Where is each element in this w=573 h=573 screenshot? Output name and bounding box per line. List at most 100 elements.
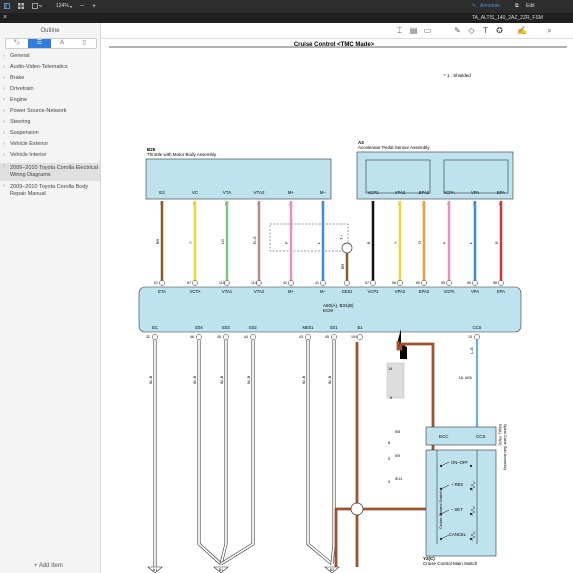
chevron-right-icon: › xyxy=(3,152,5,158)
text-icon[interactable]: A xyxy=(51,39,73,48)
stamp-icon[interactable]: ✪ xyxy=(495,26,504,35)
b25-wire-color: R–G xyxy=(253,236,257,244)
zoom-level[interactable]: 124% xyxy=(56,3,69,10)
search-icon[interactable]: ⌕ xyxy=(545,26,554,35)
ecm-bottom-pin-number: 46 xyxy=(190,335,194,339)
sidebar-item-wiring-diagrams[interactable]: › 2009–2010 Toyota Corolla Electrical Wir… xyxy=(0,163,100,181)
a3-pin-label: VCPA xyxy=(443,190,454,195)
ecm-top-terminal xyxy=(472,280,478,286)
ecm-top-terminal xyxy=(288,280,294,286)
ecm-bottom-pin-label: E01 xyxy=(330,325,338,330)
sidebar-item-vehicle-exterior[interactable]: › Vehicle Exterior xyxy=(0,141,100,151)
text-select-icon[interactable]: ⌶ xyxy=(395,26,404,35)
ecm-top-terminal xyxy=(256,280,262,286)
spiral-ccs: CCS xyxy=(476,434,486,439)
ecm-top-terminal xyxy=(421,280,427,286)
zoom-in-button[interactable]: + xyxy=(92,3,96,10)
ecm-top-pin-label: VCTA xyxy=(190,289,201,294)
ecm-top-pin-number: 67 xyxy=(187,281,191,285)
ecm-bottom-terminal xyxy=(223,334,229,340)
b25-pin-label: M+ xyxy=(288,190,295,195)
grid-view-icon[interactable] xyxy=(18,3,24,10)
ecm-bottom-pin-number: 32 xyxy=(146,335,150,339)
add-item-button[interactable]: + Add Item xyxy=(34,563,63,569)
b25-wire-color: BR xyxy=(156,238,160,244)
sidebar-item-vehicle-interior[interactable]: › Vehicle Interior xyxy=(0,152,100,162)
switch-box xyxy=(425,449,497,557)
ecm-bottom-terminal xyxy=(474,334,480,340)
a3-wire-color: O xyxy=(418,241,422,244)
edit-button[interactable]: Edit xyxy=(526,3,535,10)
ecm-bottom-pin-label: E03 xyxy=(222,325,230,330)
ecm-top-pin-number: 55 xyxy=(441,281,445,285)
ecm-top-terminal xyxy=(370,280,376,286)
chevron-right-icon: › xyxy=(3,75,5,81)
ecm-top-terminal xyxy=(159,280,165,286)
shapes-icon[interactable]: ◇ xyxy=(467,26,476,35)
annotate-icon: ✎ xyxy=(472,3,477,9)
annotation-toolbar: ⌶ ▤ ▭ ✎ ◇ T ✪ ✍ ⌕ xyxy=(101,23,573,39)
bookmark-icon[interactable]: 🔖︎ xyxy=(6,39,28,48)
sidebar-item-general[interactable]: › General xyxy=(0,53,100,63)
ecm-bottom-terminal xyxy=(331,334,337,340)
spiral-ecc: ECC xyxy=(439,434,449,439)
edit-icon: ⧉ xyxy=(515,3,519,9)
page-view-icon[interactable] xyxy=(32,3,43,10)
spiral-code: E8(A), F6(D) xyxy=(498,424,502,446)
document-title: TA_ALTIS_140_2AZ_2ZR_FSM xyxy=(472,15,543,21)
pen-icon[interactable]: ✎ xyxy=(453,26,462,35)
sidebar-item-drivetrain[interactable]: › Drivetrain xyxy=(0,86,100,96)
highlight-icon[interactable]: ▭ xyxy=(423,26,432,35)
ground-label: A1 xyxy=(153,568,157,572)
ecm-bottom-pin-label: E02 xyxy=(249,325,257,330)
outline-sidebar: Outline 🔖︎ ☰ A ▯ › General › Audio-Video-T… xyxy=(0,23,101,573)
text-box-icon[interactable]: T xyxy=(481,26,490,35)
ecm-top-terminal xyxy=(224,280,230,286)
ground-label: B2 xyxy=(330,568,334,572)
annotate-button[interactable]: Annotate xyxy=(480,3,500,10)
chevron-right-icon: › xyxy=(3,53,5,59)
ecm-top-pin-label: ETA xyxy=(158,289,166,294)
ecm-top-pin-number: 115 xyxy=(219,281,225,285)
ecm-bottom-terminal xyxy=(357,334,363,340)
a3-box xyxy=(356,151,514,200)
note-icon[interactable]: ▤ xyxy=(409,26,418,35)
mark-ec: W–B xyxy=(149,375,153,384)
document-viewer: ⌶ ▤ ▭ ✎ ◇ T ✪ ✍ ⌕ Cruise Control <TMC Ma… xyxy=(101,23,573,573)
shielded-note: * 1 : Shielded xyxy=(444,73,471,78)
ecm-top-pin-number: 42 xyxy=(283,281,287,285)
ecm-bottom-pin-number: 15 xyxy=(468,335,472,339)
close-tab-button[interactable]: × xyxy=(3,14,7,21)
ground-label: B1 xyxy=(219,568,223,572)
ecm-bottom-pin-label: CCS xyxy=(473,325,482,330)
ecm-top-pin-number: 56 xyxy=(392,281,396,285)
chevron-down-icon[interactable]: ▾ xyxy=(70,3,72,10)
outline-list-icon[interactable]: ☰ xyxy=(28,39,51,48)
sign-icon[interactable]: ✍ xyxy=(517,26,527,35)
sidebar-item-suspension[interactable]: › Suspension xyxy=(0,130,100,140)
ecm-top-terminal xyxy=(397,280,403,286)
b25-name: Throttle with Motor Body Assembly xyxy=(147,152,217,157)
ie14-label: IE14 xyxy=(395,477,402,481)
ecm-top-pin-label: VCP2 xyxy=(368,289,380,294)
sidebar-item-power[interactable]: › Power Source-Network xyxy=(0,108,100,118)
sidebar-item-steering[interactable]: › Steering xyxy=(0,119,100,129)
b25-pin-label: M− xyxy=(320,190,327,195)
ecm-bottom-pin-label: E1 xyxy=(357,325,363,330)
sidebar-toggle-icon[interactable] xyxy=(4,3,10,10)
zoom-out-button[interactable]: − xyxy=(80,3,84,10)
ecm-bottom-pin-label: E04 xyxy=(195,325,203,330)
sidebar-item-body-repair[interactable]: › 2009–2010 Toyota Corolla Body Repair Ma… xyxy=(0,183,100,201)
sidebar-item-engine[interactable]: › Engine xyxy=(0,97,100,107)
sidebar-item-brake[interactable]: › Brake xyxy=(0,75,100,85)
spiral-name: Spiral Cable Sub-Assembly xyxy=(503,424,507,470)
ecm-top-pin-number: 57 xyxy=(365,281,369,285)
chevron-right-icon: › xyxy=(3,130,5,136)
ecm-top-pin-label: M− xyxy=(320,289,326,294)
ecm-top-pin-number: 59 xyxy=(467,281,471,285)
shield-mark: * 1 xyxy=(339,235,344,241)
page-icon[interactable]: ▯ xyxy=(73,39,96,48)
ecm-top-terminal xyxy=(344,280,350,286)
sidebar-item-audio[interactable]: › Audio-Video-Telematics xyxy=(0,64,100,74)
ecm-bottom-terminal xyxy=(305,334,311,340)
